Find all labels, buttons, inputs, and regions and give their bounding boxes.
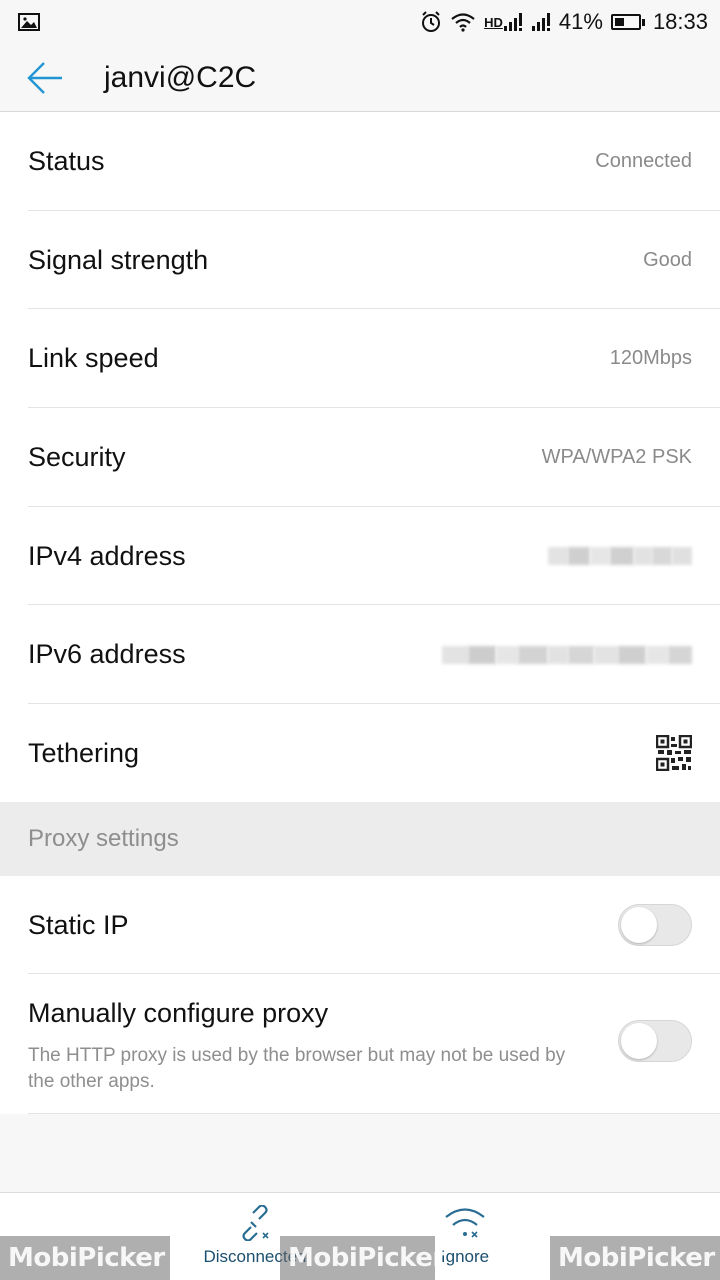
wifi-ignore-icon xyxy=(445,1208,485,1238)
image-notification-icon xyxy=(18,13,40,31)
ipv6-value-redacted xyxy=(442,645,692,664)
broken-link-icon xyxy=(242,1205,269,1241)
proxy-settings-list: Static IP Manually configure proxy The H… xyxy=(0,876,720,1114)
hd-signal-icon: HD xyxy=(484,12,523,32)
security-row: Security WPA/WPA2 PSK xyxy=(0,408,720,507)
battery-percent: 41% xyxy=(558,9,603,34)
link-speed-value: 120Mbps xyxy=(609,347,692,370)
manual-proxy-label: Manually configure proxy xyxy=(28,998,329,1028)
status-label: Status xyxy=(28,145,105,176)
ipv4-label: IPv4 address xyxy=(28,540,186,571)
ignore-label: Ignore xyxy=(440,1247,490,1266)
proxy-settings-header: Proxy settings xyxy=(0,802,720,876)
page-title: janvi@C2C xyxy=(104,60,257,94)
toggle-knob xyxy=(621,907,657,943)
clock: 18:33 xyxy=(652,9,708,34)
app-bar: janvi@C2C xyxy=(0,44,720,112)
tethering-row[interactable]: Tethering xyxy=(0,704,720,803)
static-ip-row: Static IP xyxy=(0,876,720,974)
manual-proxy-toggle[interactable] xyxy=(618,1020,692,1062)
static-ip-toggle[interactable] xyxy=(618,904,692,946)
security-value: WPA/WPA2 PSK xyxy=(541,445,692,468)
manual-proxy-description: The HTTP proxy is used by the browser bu… xyxy=(28,1045,566,1092)
watermark-logo: MobiPicker xyxy=(280,1236,445,1280)
watermark-logo: MobiPicker xyxy=(0,1236,170,1280)
ipv6-label: IPv6 address xyxy=(28,639,186,670)
signal-strength-value: Good xyxy=(643,248,692,271)
status-value: Connected xyxy=(595,149,692,172)
link-speed-row: Link speed 120Mbps xyxy=(0,309,720,409)
toggle-knob xyxy=(621,1023,657,1059)
wifi-details-list: Status Connected Signal strength Good Li… xyxy=(0,112,720,803)
security-label: Security xyxy=(28,441,126,472)
network-label: HD xyxy=(484,14,503,30)
signal-strength-label: Signal strength xyxy=(28,244,209,275)
status-bar: HD 41% 18:33 xyxy=(0,0,720,44)
alarm-icon xyxy=(420,11,442,33)
signal-strength-row: Signal strength Good xyxy=(0,210,720,310)
manual-proxy-row: Manually configure proxy The HTTP proxy … xyxy=(0,974,720,1114)
signal-icon xyxy=(531,12,551,32)
manual-proxy-text: Manually configure proxy The HTTP proxy … xyxy=(28,998,588,1095)
status-row: Status Connected xyxy=(0,112,720,211)
back-button[interactable] xyxy=(0,44,90,112)
battery-icon xyxy=(610,14,645,30)
link-speed-label: Link speed xyxy=(28,343,159,374)
watermark-logo: MobiPicker xyxy=(550,1236,720,1280)
wifi-icon xyxy=(450,12,476,32)
static-ip-label: Static IP xyxy=(28,909,129,940)
back-arrow-icon xyxy=(27,61,62,94)
qr-code-icon[interactable] xyxy=(656,735,692,772)
ipv4-value-redacted xyxy=(548,547,692,566)
ipv6-row: IPv6 address xyxy=(0,605,720,705)
ipv4-row: IPv4 address xyxy=(0,506,720,606)
tethering-label: Tethering xyxy=(28,737,140,768)
